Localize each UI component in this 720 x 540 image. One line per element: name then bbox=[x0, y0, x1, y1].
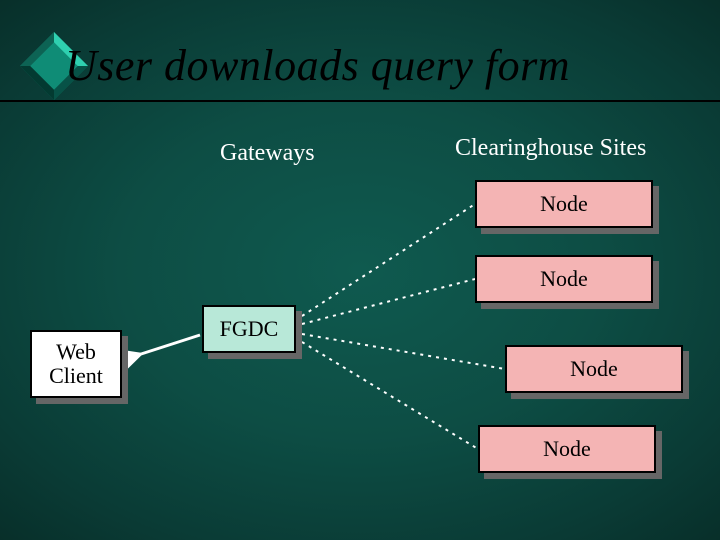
web-client-box: Web Client bbox=[30, 330, 122, 398]
node-label-1: Node bbox=[540, 191, 588, 217]
slide: User downloads query form Gateways Clear… bbox=[0, 0, 720, 540]
node-box-4: Node bbox=[478, 425, 656, 473]
slide-title: User downloads query form bbox=[65, 40, 570, 91]
node-box-2: Node bbox=[475, 255, 653, 303]
fgdc-label: FGDC bbox=[220, 316, 279, 342]
title-underline bbox=[0, 100, 720, 102]
clearinghouse-column-label: Clearinghouse Sites bbox=[455, 135, 646, 162]
node-label-4: Node bbox=[543, 436, 591, 462]
node-label-2: Node bbox=[540, 266, 588, 292]
gateways-column-label: Gateways bbox=[220, 140, 315, 167]
node-label-3: Node bbox=[570, 356, 618, 382]
node-box-1: Node bbox=[475, 180, 653, 228]
web-client-line2: Client bbox=[49, 364, 103, 388]
node-box-3: Node bbox=[505, 345, 683, 393]
web-client-line1: Web bbox=[56, 340, 96, 364]
fgdc-box: FGDC bbox=[202, 305, 296, 353]
